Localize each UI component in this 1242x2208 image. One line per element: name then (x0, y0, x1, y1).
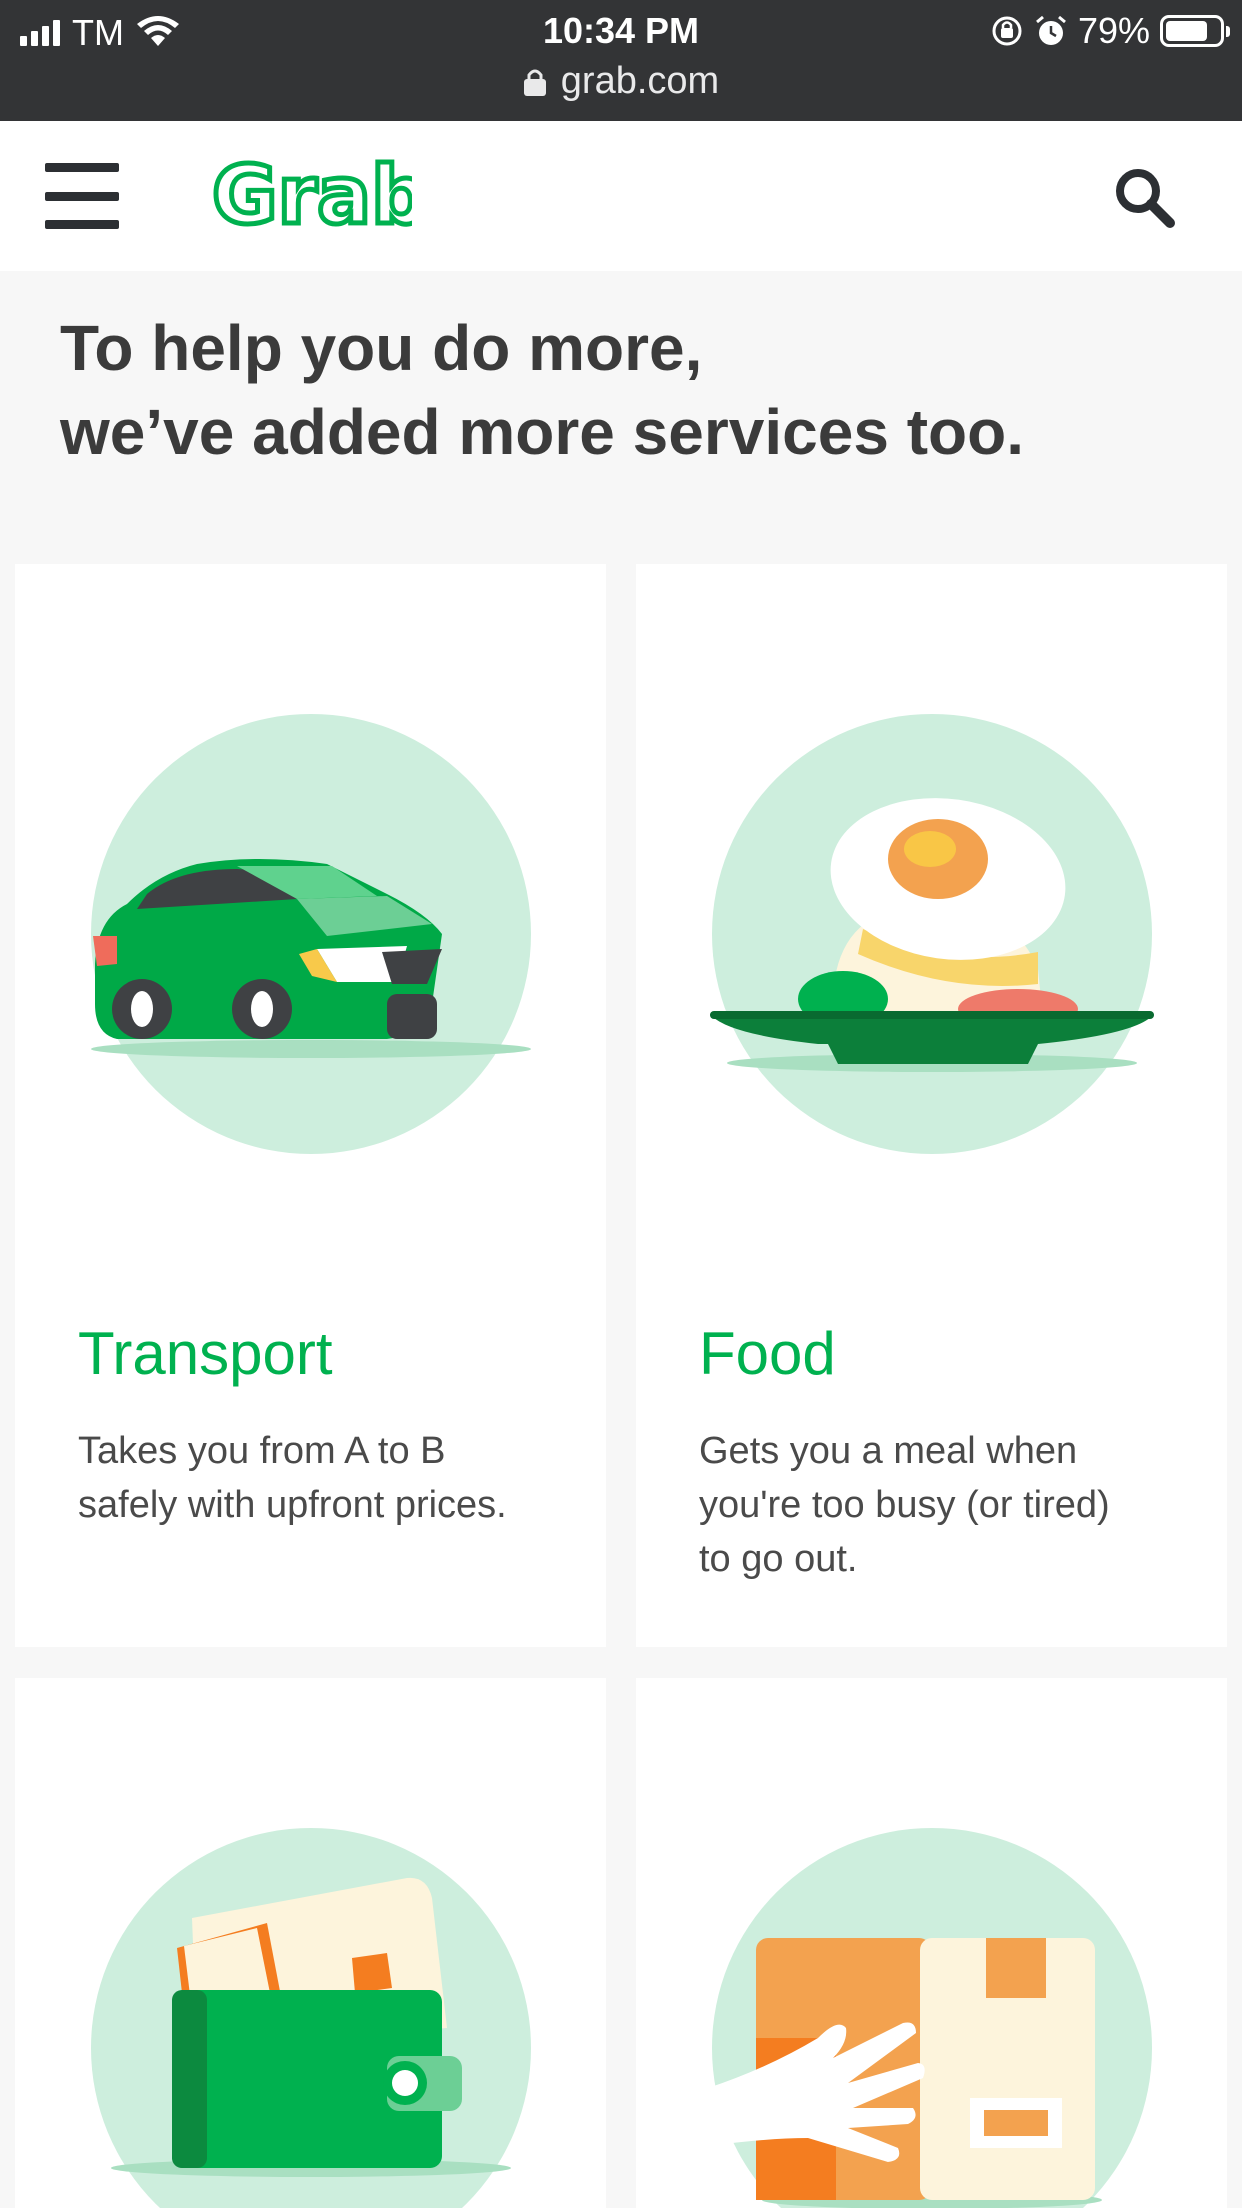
svg-text:Grab: Grab (212, 151, 412, 241)
page-headline: To help you do more, we’ve added more se… (60, 306, 1200, 474)
orientation-lock-icon (992, 16, 1022, 46)
url-text: grab.com (560, 60, 720, 102)
service-card-food[interactable]: Food Gets you a meal when you're too bus… (636, 564, 1227, 1647)
alarm-icon (1035, 15, 1066, 45)
service-title: Transport (78, 1320, 333, 1387)
description-line: to go out. (699, 1538, 858, 1580)
battery-percentage: 79% (1077, 10, 1150, 51)
lock-icon (523, 69, 546, 96)
description-line: you're too busy (or tired) (699, 1484, 1110, 1526)
service-card-delivery[interactable] (636, 1678, 1227, 2208)
service-title: Food (699, 1320, 836, 1387)
grab-logo[interactable]: Grab (212, 151, 412, 241)
description-line: Gets you a meal when (699, 1430, 1078, 1472)
delivery-box-icon (708, 1828, 1152, 2208)
address-bar[interactable]: grab.com (0, 60, 1242, 103)
search-icon[interactable] (1112, 165, 1176, 229)
service-description: Takes you from A to B safely with upfron… (78, 1424, 507, 1532)
service-card-transport[interactable]: Transport Takes you from A to B safely w… (15, 564, 606, 1647)
description-line: safely with upfront prices. (78, 1484, 507, 1526)
ios-status-bar: TM 10:34 PM 79% grab.com (0, 0, 1242, 121)
site-header: Grab (0, 121, 1242, 271)
service-description: Gets you a meal when you're too busy (or… (699, 1424, 1110, 1586)
battery-icon (1160, 15, 1230, 47)
description-line: Takes you from A to B (78, 1430, 446, 1472)
food-plate-icon (710, 714, 1154, 1154)
menu-icon[interactable] (45, 163, 119, 229)
headline-line-2: we’ve added more services too. (60, 396, 1024, 468)
wallet-icon (91, 1828, 531, 2208)
service-card-payments[interactable] (15, 1678, 606, 2208)
car-icon (91, 714, 531, 1154)
headline-line-1: To help you do more, (60, 312, 703, 384)
status-right: 79% (990, 10, 1230, 52)
